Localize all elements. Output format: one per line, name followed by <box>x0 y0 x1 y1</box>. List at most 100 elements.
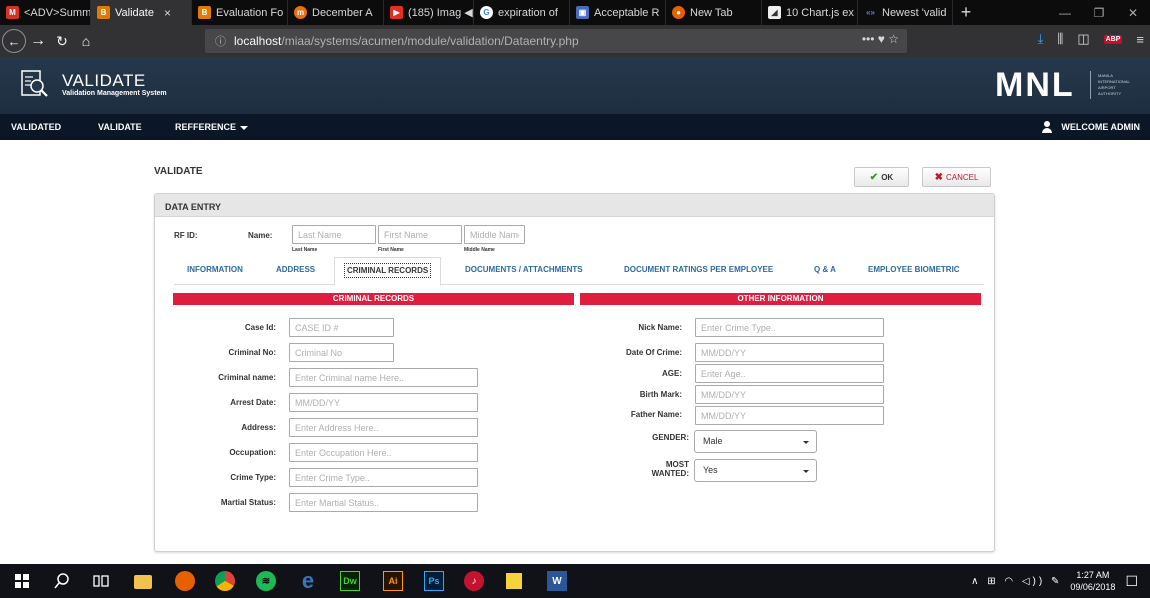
browser-tab[interactable]: m December A <box>288 0 384 25</box>
criminal-no-input[interactable] <box>289 343 394 362</box>
date-of-crime-input[interactable] <box>695 343 884 362</box>
sticky-notes-icon[interactable] <box>506 573 522 589</box>
tab-qa[interactable]: Q & A <box>814 265 836 274</box>
cancel-button[interactable]: ✖ CANCEL <box>922 167 991 187</box>
photoshop-icon[interactable]: Ps <box>424 571 444 591</box>
father-name-input[interactable] <box>695 406 884 425</box>
x-icon: ✖ <box>934 171 943 183</box>
browser-tab-label: (185) Imag <box>408 6 462 19</box>
minimize-icon[interactable]: — <box>1048 0 1082 25</box>
forward-arrow-icon[interactable]: → <box>26 29 50 53</box>
back-arrow-icon[interactable]: ← <box>2 29 26 53</box>
menu-validate[interactable]: VALIDATE <box>98 122 142 132</box>
browser-tab[interactable]: «» Newest 'valid <box>858 0 953 25</box>
speaker-icon[interactable]: ◀) <box>464 6 473 19</box>
gender-select[interactable]: Male <box>694 430 817 453</box>
first-name-input[interactable] <box>378 225 462 244</box>
user-icon <box>1041 121 1053 133</box>
nick-name-input[interactable] <box>695 318 884 337</box>
clock-time: 1:27 AM <box>1076 570 1110 580</box>
tray-icons[interactable]: ∧ ⊞ ◠ ◁)) ✎ <box>971 576 1062 587</box>
occupation-label: Occupation: <box>229 448 276 457</box>
tab-criminal-records[interactable]: CRIMINAL RECORDS <box>334 257 442 286</box>
sidebar-icon[interactable]: ◫ <box>1077 31 1089 47</box>
reload-icon[interactable]: ↻ <box>50 29 74 53</box>
caret-down-icon <box>240 125 249 130</box>
youtube-icon: ▶ <box>390 6 403 19</box>
arrest-date-input[interactable] <box>289 393 478 412</box>
bootstrap-icon: B <box>198 6 211 19</box>
spotify-icon[interactable]: ≋ <box>256 571 276 591</box>
birth-mark-input[interactable] <box>695 385 884 404</box>
app-header: VALIDATE Validation Management System MN… <box>0 57 1150 114</box>
browser-tab-label: <ADV>Summ <box>24 6 91 19</box>
clock-date: 09/06/2018 <box>1070 582 1116 592</box>
browser-tab-label: Validate <box>115 6 154 19</box>
window-controls: — ❐ ✕ <box>1048 0 1150 25</box>
adblock-icon[interactable]: ABP <box>1103 34 1123 44</box>
criminal-name-input[interactable] <box>289 368 478 387</box>
tab-criminal-records-label: CRIMINAL RECORDS <box>343 263 432 278</box>
search-icon[interactable] <box>52 571 72 591</box>
browser-tab-active[interactable]: B Validate × <box>91 0 192 25</box>
tab-employee-biometric[interactable]: EMPLOYEE BIOMETRIC <box>868 265 960 274</box>
clock[interactable]: 1:27 AM 09/06/2018 <box>1070 569 1115 593</box>
edge-icon[interactable]: e <box>298 568 318 593</box>
page-actions-icon[interactable]: ••• ♥ ☆ <box>862 32 899 46</box>
dreamweaver-icon[interactable]: Dw <box>340 571 360 591</box>
last-name-input[interactable] <box>292 225 376 244</box>
menu-validated[interactable]: VALIDATED <box>11 122 61 132</box>
library-icon[interactable]: ⫼ <box>1057 31 1063 47</box>
cancel-label: CANCEL <box>945 172 979 182</box>
browser-tab-label: Evaluation Fo <box>216 6 284 19</box>
browser-tab[interactable]: ● New Tab <box>666 0 762 25</box>
info-icon[interactable]: ⓘ <box>215 33 226 49</box>
age-input[interactable] <box>695 364 884 383</box>
windows-start-icon[interactable] <box>12 571 32 591</box>
occupation-input[interactable] <box>289 443 478 462</box>
new-tab-button[interactable]: + <box>953 2 979 23</box>
mnl-logo: MNL <box>995 66 1075 104</box>
restore-icon[interactable]: ❐ <box>1082 0 1116 25</box>
case-id-input[interactable] <box>289 318 394 337</box>
tab-document-ratings[interactable]: DOCUMENT RATINGS PER EMPLOYEE <box>624 265 773 274</box>
illustrator-icon[interactable]: Ai <box>383 571 403 591</box>
close-tab-icon[interactable]: × <box>164 6 171 20</box>
download-icon[interactable]: ⤓ <box>1038 31 1044 47</box>
url-bar[interactable]: ⓘ localhost/miaa/systems/acumen/module/v… <box>205 29 907 53</box>
file-explorer-icon[interactable] <box>134 575 152 589</box>
middle-name-input[interactable] <box>464 225 525 244</box>
task-view-icon[interactable] <box>91 571 111 591</box>
address-input[interactable] <box>289 418 478 437</box>
browser-tab[interactable]: G expiration of <box>474 0 570 25</box>
welcome-user[interactable]: WELCOME ADMIN <box>1041 121 1140 133</box>
google-icon: G <box>480 6 493 19</box>
most-wanted-select[interactable]: Yes <box>694 459 817 482</box>
home-icon[interactable]: ⌂ <box>74 29 98 53</box>
chartjs-icon: ◢ <box>768 6 781 19</box>
browser-tab[interactable]: M <ADV>Summ <box>0 0 91 25</box>
tab-documents-attachments[interactable]: DOCUMENTS / ATTACHMENTS <box>465 265 583 274</box>
firefox-icon[interactable] <box>175 571 195 591</box>
browser-tab[interactable]: B Evaluation Fo <box>192 0 288 25</box>
browser-tab[interactable]: ◢ 10 Chart.js ex <box>762 0 858 25</box>
ok-button[interactable]: ✔ OK <box>854 167 909 187</box>
app-icon[interactable]: ♪ <box>464 571 484 591</box>
browser-tab[interactable]: ▶ (185) Imag ◀) <box>384 0 474 25</box>
tab-address[interactable]: ADDRESS <box>276 265 315 274</box>
crime-type-input[interactable] <box>289 468 478 487</box>
menu-icon[interactable]: ≡ <box>1136 32 1144 47</box>
tab-information[interactable]: INFORMATION <box>187 265 243 274</box>
chrome-icon[interactable] <box>215 571 235 591</box>
word-icon[interactable]: W <box>547 571 567 591</box>
most-wanted-label: MOST WANTED: <box>585 460 689 478</box>
ok-label: OK <box>881 172 894 182</box>
browser-tab[interactable]: ▣ Acceptable R <box>570 0 666 25</box>
check-icon: ✔ <box>869 171 879 183</box>
close-window-icon[interactable]: ✕ <box>1116 0 1150 25</box>
criminal-name-label: Criminal name: <box>218 373 276 382</box>
notifications-icon[interactable]: ☐ <box>1125 573 1138 590</box>
martial-status-input[interactable] <box>289 493 478 512</box>
martial-status-label: Martial Status: <box>220 498 276 507</box>
menu-refference[interactable]: REFFERENCE <box>175 122 249 132</box>
